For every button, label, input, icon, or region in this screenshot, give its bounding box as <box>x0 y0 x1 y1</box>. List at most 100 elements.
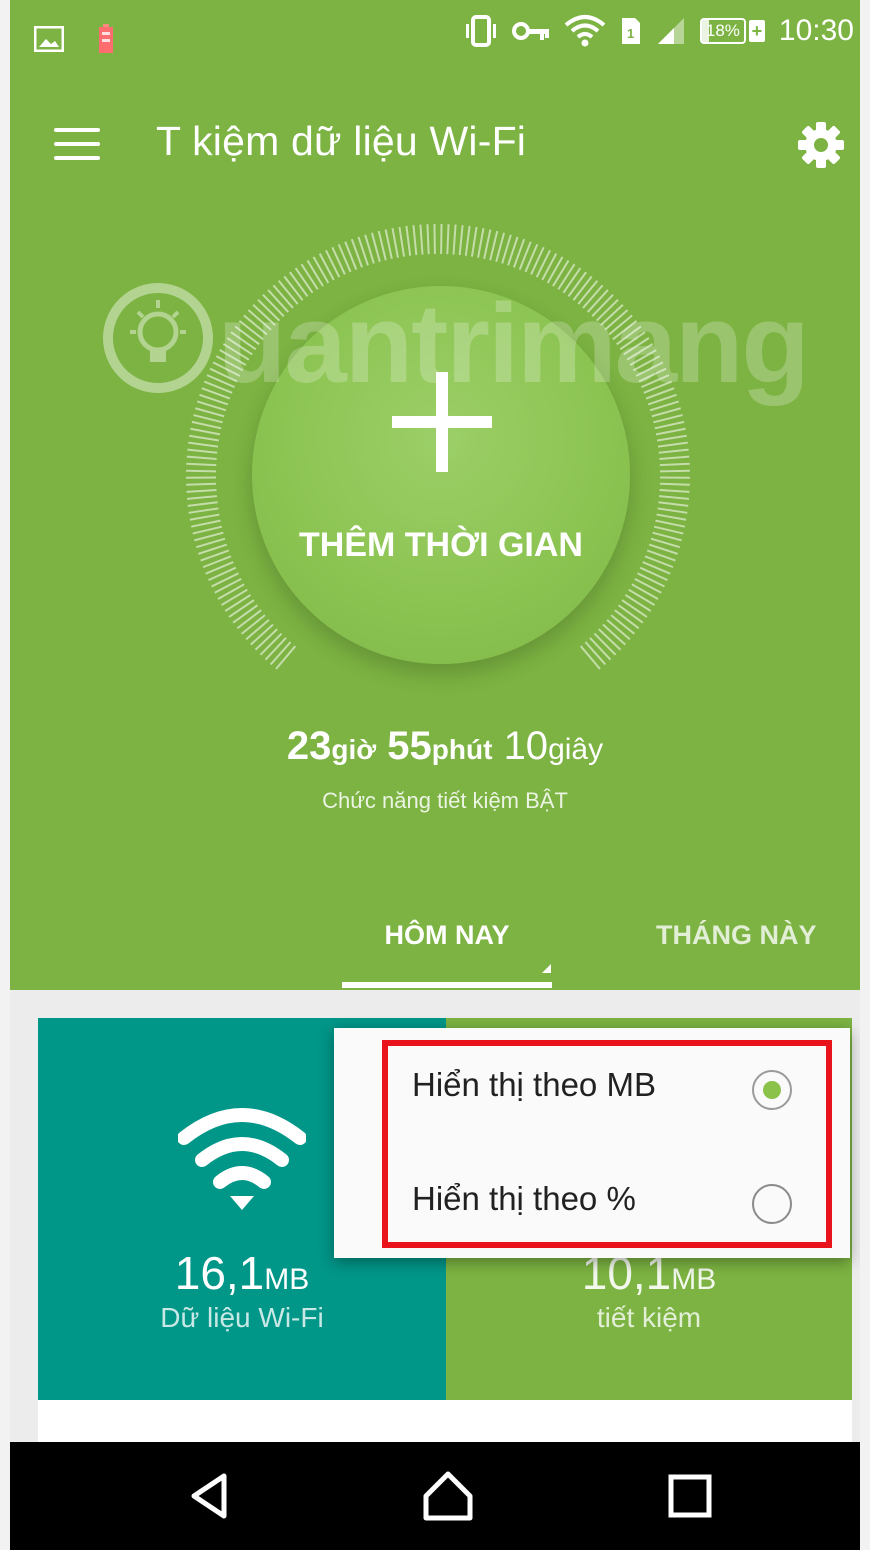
recents-icon <box>668 1474 712 1518</box>
dial-tick <box>264 637 287 661</box>
tab-today[interactable]: HÔM NAY <box>342 920 552 951</box>
dial-tick <box>637 572 665 588</box>
dial-tick <box>477 227 485 258</box>
dial-tick <box>232 604 259 624</box>
dial-tick <box>189 513 220 521</box>
home-button[interactable] <box>418 1466 478 1526</box>
dial-tick <box>602 623 626 646</box>
dial-tick <box>217 583 245 600</box>
dial-tick <box>452 224 457 255</box>
dial-tick <box>628 588 655 606</box>
dial-tick <box>187 501 218 507</box>
dial-tick <box>535 249 551 278</box>
dial-tick <box>384 229 393 260</box>
dial-tick <box>190 519 221 528</box>
option-show-percent[interactable]: Hiển thị theo % <box>412 1172 822 1232</box>
dial-tick <box>192 525 223 535</box>
charging-icon: + <box>748 20 765 42</box>
radio-show-mb[interactable] <box>752 1070 792 1110</box>
dial-tick <box>250 623 274 646</box>
dial-tick <box>593 632 617 656</box>
sim-icon: 1 <box>621 18 640 44</box>
dial-tick <box>188 507 219 514</box>
menu-button[interactable] <box>54 126 100 162</box>
dial-tick <box>655 427 686 436</box>
dial-tick <box>657 507 688 514</box>
dial-tick <box>211 572 239 588</box>
battery-icon: 18% <box>699 18 746 44</box>
dial-tick <box>653 525 684 535</box>
dial-tick <box>193 414 223 424</box>
status-bar: 1 18% + 10:30 <box>10 0 860 78</box>
dial-tick <box>546 256 564 284</box>
dial-tick <box>658 448 689 454</box>
dial-tick <box>624 594 652 612</box>
dial-tick <box>186 462 217 467</box>
dial-tick <box>186 488 217 493</box>
dial-tick <box>659 462 690 467</box>
dial-tick <box>312 256 330 284</box>
dial-tick <box>659 469 690 473</box>
dial-tick <box>325 249 341 278</box>
dial-tick <box>657 441 688 448</box>
dial-tick <box>187 448 218 454</box>
dial-tick <box>631 583 659 600</box>
tab-dropdown-marker <box>542 964 551 973</box>
watermark: uantrimang <box>102 282 842 402</box>
dial-tick <box>426 224 430 255</box>
dial-tick <box>405 225 412 256</box>
dial-tick <box>610 614 636 635</box>
tab-this-month[interactable]: THÁNG NÀY <box>656 920 860 951</box>
back-button[interactable] <box>180 1466 240 1526</box>
dial-tick <box>656 434 687 442</box>
option-show-mb[interactable]: Hiển thị theo MB <box>412 1058 822 1118</box>
dial-tick <box>655 519 686 528</box>
gear-icon <box>798 122 844 168</box>
status-time: 10:30 <box>778 14 854 47</box>
dial-tick <box>194 531 224 542</box>
dial-tick <box>489 230 499 261</box>
option-show-percent-label: Hiển thị theo % <box>412 1180 636 1217</box>
timer-hours: 23 <box>286 724 332 768</box>
timer-minutes: 55 <box>387 724 432 768</box>
dial-tick <box>470 226 478 257</box>
tab-indicator <box>342 982 552 988</box>
dial-tick <box>370 232 381 263</box>
status-left-icons <box>34 24 114 54</box>
recents-button[interactable] <box>660 1466 720 1526</box>
lightbulb-icon <box>103 283 213 393</box>
dial-tick <box>214 577 242 594</box>
dial-tick <box>606 619 631 641</box>
dial-tick <box>530 246 545 275</box>
dial-tick <box>483 229 492 260</box>
timer-seconds: 10 <box>503 724 549 768</box>
svg-text:1: 1 <box>627 26 634 41</box>
signal-icon <box>657 18 684 44</box>
dial-tick <box>398 226 406 257</box>
dial-tick <box>495 232 506 263</box>
vibrate-icon <box>465 15 496 47</box>
wifi-icon <box>564 15 606 47</box>
wifi-data-number: 16,1 <box>174 1247 265 1299</box>
dial-tick <box>598 628 622 651</box>
navigation-bar <box>10 1442 860 1550</box>
timer-minutes-unit: phút <box>431 734 493 765</box>
dial-tick <box>419 224 424 255</box>
settings-button[interactable] <box>796 120 846 170</box>
dial-tick <box>318 253 335 281</box>
saver-status: Chức năng tiết kiệm BẬT <box>322 788 568 813</box>
card-footer <box>38 1400 852 1442</box>
app-screen: 1 18% + 10:30 T kiệm dữ liệu Wi-Fi THÊM … <box>10 0 860 1550</box>
image-icon <box>34 26 64 52</box>
dial-tick <box>653 414 683 424</box>
dial-tick <box>269 641 292 666</box>
saved-data-label: tiết kiệm <box>596 1302 702 1333</box>
dial-tick <box>186 495 218 500</box>
radio-show-percent[interactable] <box>752 1184 792 1224</box>
dial-tick <box>584 641 607 666</box>
dial-tick <box>186 469 217 473</box>
dial-tick <box>614 609 640 630</box>
dial-tick <box>224 594 252 612</box>
countdown-timer: 23giờ 55phút 10giây <box>10 724 860 769</box>
dial-tick <box>236 609 262 630</box>
